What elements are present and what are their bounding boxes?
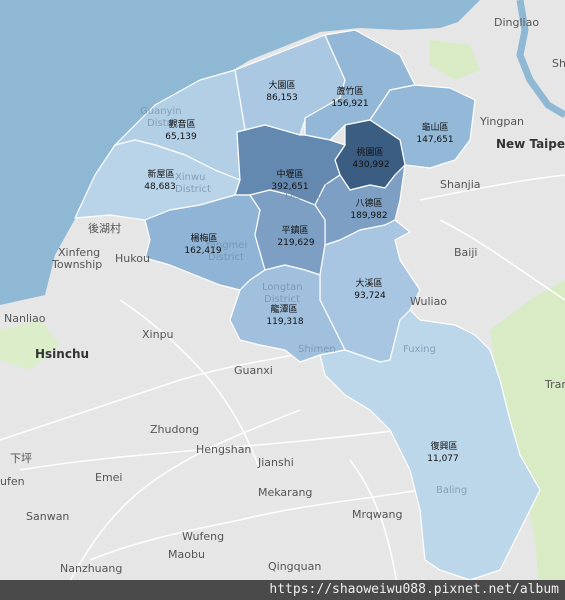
watermark-url-bar: https://shaoweiwu088.pixnet.net/album	[0, 580, 565, 600]
place-wufeng: Wufeng	[182, 530, 224, 543]
district-name-guanyin: 觀音區	[168, 118, 195, 130]
place-emei: Emei	[95, 471, 123, 484]
place-baiji: Baiji	[454, 246, 477, 259]
place-xiaping: 下坪	[10, 452, 32, 465]
district-value-zhongli: 392,651	[271, 182, 308, 192]
district-name-yangmei: 楊梅區	[190, 232, 217, 244]
place-hukou: Hukou	[115, 252, 150, 265]
map-label-longtan-district: District	[264, 294, 300, 305]
place-sh: Sh	[552, 57, 565, 70]
district-value-pingzhen: 219,629	[277, 238, 314, 248]
map-label-guanyin: Guanyin	[140, 106, 182, 117]
place-dingliao: Dingliao	[494, 16, 539, 29]
place-jianshi: Jianshi	[257, 456, 294, 469]
district-name-luzhu: 蘆竹區	[336, 85, 363, 97]
place-guanxi: Guanxi	[234, 364, 273, 377]
place-wuliao: Wuliao	[410, 295, 447, 308]
district-value-taoyuan: 430,992	[352, 160, 389, 170]
district-name-fuxing: 復興區	[430, 440, 457, 452]
map-label-zhongli-district: District	[285, 191, 321, 202]
place-mrqwang: Mrqwang	[352, 508, 403, 521]
place-yingpan: Yingpan	[479, 115, 524, 128]
place-xinpu: Xinpu	[142, 328, 174, 341]
place-fuxing: Fuxing	[403, 344, 436, 355]
district-value-bade: 189,982	[350, 211, 387, 221]
place-township: Township	[51, 258, 102, 271]
district-name-longtan: 龍潭區	[270, 303, 297, 315]
place-sanwan: Sanwan	[26, 510, 69, 523]
place-shanjia: Shanjia	[440, 178, 481, 191]
map-label-xinwu-district: District	[175, 184, 211, 195]
district-value-luzhu: 156,921	[331, 99, 368, 109]
district-name-zhongli: 中壢區	[276, 168, 303, 180]
district-value-guanyin: 65,139	[165, 132, 197, 142]
map-canvas[interactable]: Guanyin District Xinwu District Yangmei …	[0, 0, 565, 600]
map-label-longtan: Longtan	[262, 282, 303, 293]
place-tran: Tran	[544, 378, 565, 391]
district-name-pingzhen: 平鎮區	[281, 224, 308, 236]
place-mekarang: Mekarang	[258, 486, 312, 499]
place-ufen: ufen	[0, 475, 25, 488]
place-houhu-village: 後湖村	[88, 221, 121, 235]
place-qingquan: Qingquan	[268, 560, 321, 573]
place-nanzhuang: Nanzhuang	[60, 562, 122, 575]
district-value-daxi: 93,724	[354, 291, 386, 301]
district-name-dayuan: 大園區	[268, 79, 295, 91]
district-value-dayuan: 86,153	[266, 93, 298, 103]
place-new-taipei: New Taipei	[496, 137, 565, 151]
place-baling: Baling	[436, 485, 467, 496]
place-nanliao: Nanliao	[4, 312, 46, 325]
place-zhudong: Zhudong	[150, 423, 199, 436]
district-name-daxi: 大溪區	[355, 277, 382, 289]
map-label-xinwu: Xinwu	[175, 172, 205, 183]
district-value-guishan: 147,651	[416, 135, 453, 145]
district-name-guishan: 龜山區	[421, 121, 448, 133]
district-value-xinwu: 48,683	[144, 182, 176, 192]
place-maobu: Maobu	[168, 548, 205, 561]
map-label-shimen: Shimen	[298, 344, 336, 355]
district-name-xinwu: 新屋區	[147, 168, 174, 180]
district-name-bade: 八德區	[355, 197, 382, 209]
district-value-fuxing: 11,077	[427, 454, 459, 464]
district-name-taoyuan: 桃園區	[356, 146, 383, 158]
district-value-longtan: 119,318	[266, 317, 303, 327]
district-value-yangmei: 162,419	[184, 246, 221, 256]
place-hengshan: Hengshan	[196, 443, 251, 456]
place-hsinchu: Hsinchu	[35, 347, 89, 361]
